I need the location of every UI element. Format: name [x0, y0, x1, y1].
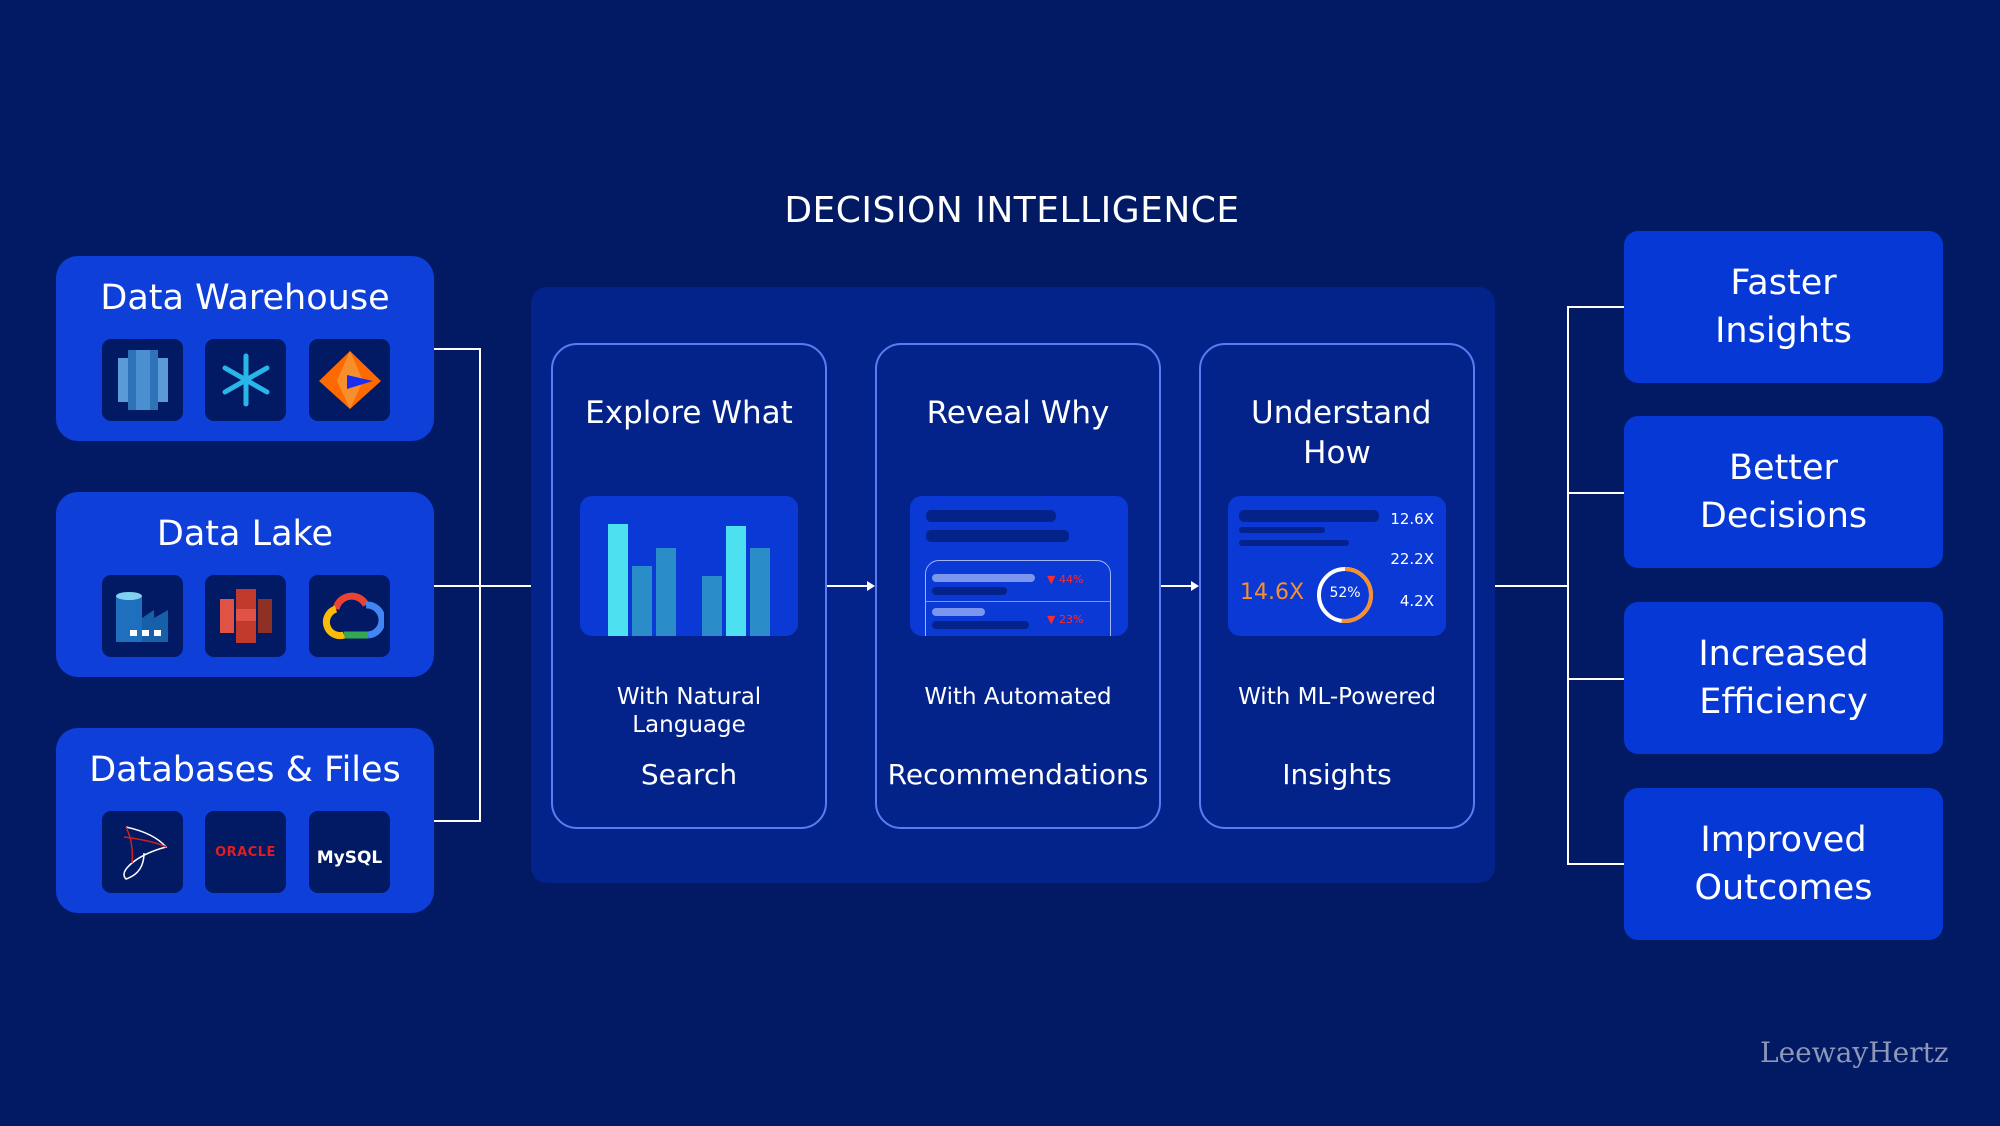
- oracle-icon: ORACLE: [205, 811, 286, 893]
- stage-reveal-why: Reveal Why ▼ 44% ▼ 23% With Automated Re…: [875, 343, 1161, 829]
- down-metric: ▼ 44%: [1047, 573, 1084, 586]
- diagram-title: DECISION INTELLIGENCE: [784, 190, 1240, 231]
- amazon-redshift-icon: [102, 339, 183, 421]
- down-triangle-icon: ▼: [1047, 613, 1059, 626]
- google-cloud-icon: [309, 575, 390, 657]
- outcome-better-decisions: Better Decisions: [1624, 416, 1943, 568]
- outcome-increased-efficiency: Increased Efficiency: [1624, 602, 1943, 754]
- ml-insights-illustration: 12.6X 22.2X 4.2X 14.6X 52%: [1228, 496, 1446, 636]
- connector-line: [1567, 863, 1624, 865]
- stage-subtitle: With Natural Language: [616, 684, 762, 738]
- gauge-label: 52%: [1329, 585, 1361, 601]
- arrow-right-icon: [827, 579, 875, 593]
- watermark-logo: LeewayHertz: [1760, 1036, 1949, 1069]
- stage-understand-how: Understand How 12.6X 22.2X 4.2X 14.6X 52…: [1199, 343, 1475, 829]
- outcome-improved-outcomes: Improved Outcomes: [1624, 788, 1943, 940]
- source-data-warehouse: Data Warehouse: [56, 256, 434, 441]
- stage-subtitle: With Automated: [924, 684, 1112, 710]
- stage-title: Explore What: [585, 395, 793, 431]
- stage-title: Understand How: [1251, 395, 1432, 471]
- stage-explore-what: Explore What With Natural Language Searc…: [551, 343, 827, 829]
- source-label: Data Lake: [156, 514, 334, 554]
- connector-line: [434, 348, 480, 350]
- connector-line: [1567, 492, 1624, 494]
- source-label: Databases & Files: [89, 750, 401, 790]
- azure-data-factory-icon: [102, 575, 183, 657]
- outcome-faster-insights: Faster Insights: [1624, 231, 1943, 383]
- stage-bottom-label: Recommendations: [887, 758, 1149, 791]
- snowflake-icon: [205, 339, 286, 421]
- big-value: 14.6X: [1240, 580, 1305, 605]
- source-label: Data Warehouse: [100, 278, 390, 318]
- connector-line: [1567, 306, 1624, 308]
- recommendations-illustration: ▼ 44% ▼ 23%: [910, 496, 1128, 636]
- connector-line: [1495, 585, 1568, 587]
- stage-bottom-label: Insights: [1282, 758, 1392, 791]
- connector-line: [434, 820, 480, 822]
- informatica-icon: [309, 339, 390, 421]
- stage-bottom-label: Search: [640, 758, 738, 791]
- stage-subtitle: With ML-Powered: [1238, 684, 1436, 710]
- connector-line: [479, 348, 481, 822]
- arrow-right-icon: [1161, 579, 1199, 593]
- bar-chart-illustration: [580, 496, 798, 636]
- source-data-lake: Data Lake: [56, 492, 434, 677]
- connector-line: [1567, 306, 1569, 864]
- amazon-s3-icon: [205, 575, 286, 657]
- stage-title: Reveal Why: [926, 395, 1110, 431]
- source-databases-files: Databases & Files ORACLE MySQL: [56, 728, 434, 913]
- sql-server-icon: [102, 811, 183, 893]
- down-triangle-icon: ▼: [1047, 573, 1059, 586]
- down-metric: ▼ 23%: [1047, 613, 1084, 626]
- connector-line: [1567, 678, 1624, 680]
- mysql-icon: MySQL: [309, 811, 390, 893]
- connector-line: [434, 585, 531, 587]
